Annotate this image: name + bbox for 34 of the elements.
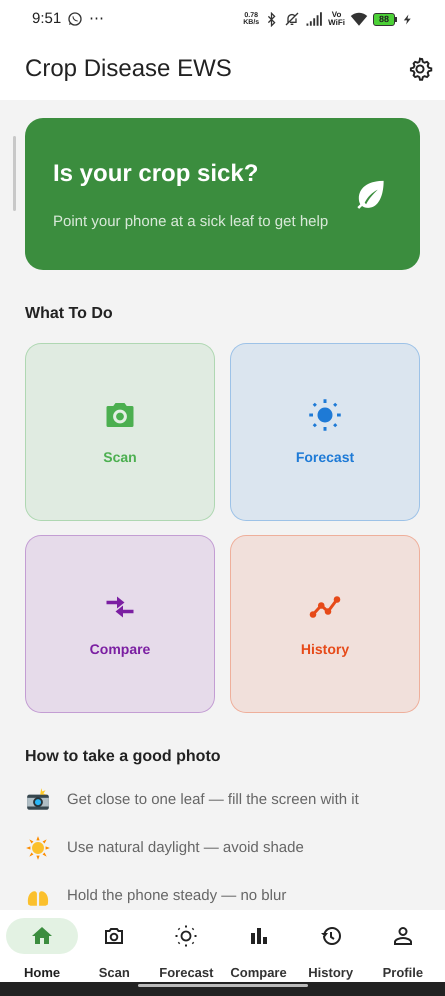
nav-item[interactable]: Profile [366, 918, 439, 982]
app-title: Crop Disease EWS [25, 54, 232, 84]
tip-text: Get close to one leaf — fill the screen with it [67, 790, 359, 810]
history-icon [318, 924, 343, 948]
volte-label: Vo [332, 11, 342, 19]
section-heading: What To Do [25, 304, 114, 324]
tile-label: Scan [103, 448, 137, 466]
battery-indicator: 88 [372, 12, 395, 26]
section-heading: How to take a good photo [25, 747, 222, 767]
chat-icon [67, 11, 84, 27]
bolt-icon [402, 14, 413, 24]
signal-icon [305, 10, 324, 28]
more-notifications: ⋯ [89, 8, 104, 29]
nav-item[interactable]: Scan [78, 918, 150, 982]
nav-item[interactable]: Forecast [150, 918, 222, 982]
hero-subtitle: Point your phone at a sick leaf to get help [53, 212, 330, 232]
camera-icon [25, 787, 51, 813]
sun-icon [174, 924, 198, 948]
wifi-icon [350, 10, 368, 28]
settings-icon[interactable] [407, 56, 433, 82]
action-tile[interactable]: Compare [25, 535, 215, 713]
volte-label: WiFi [328, 19, 345, 27]
tip-text: Use natural daylight — avoid shade [67, 838, 304, 858]
nav-item[interactable]: Compare [222, 918, 295, 982]
muted-bell-icon [284, 11, 300, 27]
hero-title: Is your crop sick? [53, 158, 260, 188]
nav-item[interactable]: History [294, 918, 367, 982]
tile-label: Forecast [296, 448, 354, 466]
sun-icon [307, 396, 343, 432]
tile-label: History [300, 640, 350, 659]
clock: 9:51 [32, 8, 62, 29]
sun-icon [25, 835, 51, 861]
tile-label: Compare [90, 640, 150, 659]
tip-text: Hold the phone steady — no blur [67, 886, 286, 906]
